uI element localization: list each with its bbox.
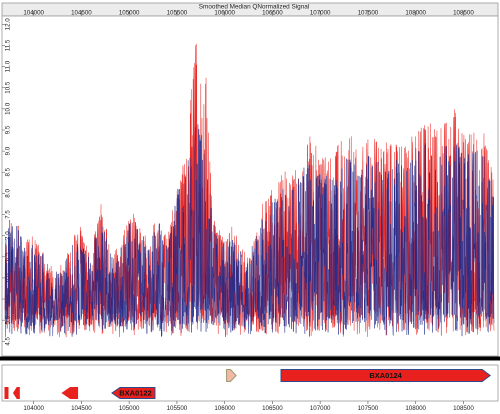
- y-tick-label: 7.5: [5, 210, 12, 219]
- top-tick-label: 106000: [214, 10, 235, 17]
- bottom-tick-label: 107000: [310, 405, 331, 412]
- top-tick-label: 108000: [405, 10, 426, 17]
- y-tick-label: 11.0: [5, 60, 12, 72]
- y-tick-label: 9.5: [5, 125, 12, 134]
- bottom-tick-label: 108000: [405, 405, 426, 412]
- y-tick-label: 12.0: [5, 18, 12, 31]
- y-tick-label: 8.0: [5, 189, 12, 198]
- y-tick-label: 10.5: [5, 81, 12, 94]
- top-tick-label: 107000: [310, 10, 331, 17]
- gene-arrow[interactable]: [4, 387, 9, 399]
- bottom-tick-label: 106000: [214, 405, 235, 412]
- bottom-tick-label: 104500: [71, 405, 92, 412]
- top-tick-label: 106500: [262, 10, 283, 17]
- top-tick-label: 107500: [358, 10, 379, 17]
- bottom-tick-label: 106500: [262, 405, 283, 412]
- bottom-tick-label: 105000: [119, 405, 140, 412]
- y-tick-label: 9.0: [5, 146, 12, 155]
- gene-label: BXA0122: [119, 389, 152, 398]
- top-tick-label: 108500: [453, 10, 474, 17]
- y-tick-label: 11.5: [5, 39, 12, 51]
- top-tick-label: 105000: [119, 10, 140, 17]
- top-tick-label: 104500: [71, 10, 92, 17]
- bottom-tick-label: 108500: [453, 405, 474, 412]
- y-tick-label: 8.5: [5, 167, 12, 176]
- y-tick-label: 10.0: [5, 102, 12, 115]
- bottom-axis-ticks: 104000 104500 105000 105500 106000 106500 1070…: [23, 401, 474, 412]
- track-divider: [0, 356, 500, 361]
- bottom-tick-label: 107500: [358, 405, 379, 412]
- top-tick-label: 104000: [23, 10, 44, 17]
- top-tick-label: 105500: [167, 10, 188, 17]
- gene-label: BXA0124: [369, 371, 402, 380]
- bottom-tick-label: 105500: [167, 405, 188, 412]
- signal-chart: Smoothed Median QNormalized Signal 10400…: [0, 2, 500, 412]
- bottom-tick-label: 104000: [23, 405, 44, 412]
- y-tick-label: 4.5: [5, 336, 12, 345]
